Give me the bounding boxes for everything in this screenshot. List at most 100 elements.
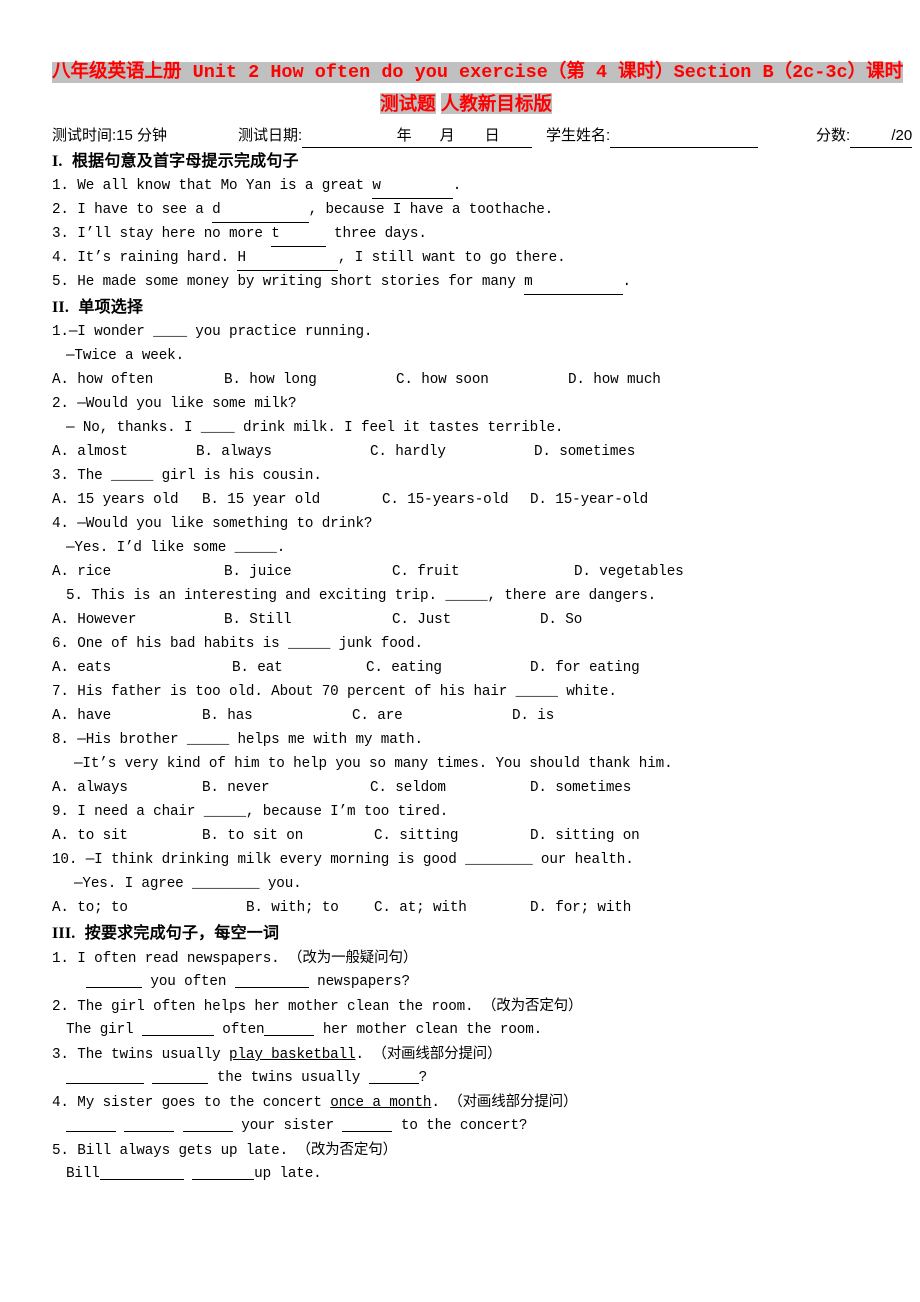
- item-text-pre: It’s raining hard.: [77, 250, 238, 266]
- option-a[interactable]: A. 15 years old: [52, 488, 179, 512]
- option-a[interactable]: A. to sit: [52, 824, 128, 848]
- option-c[interactable]: C. Just: [392, 608, 451, 632]
- section-2-item-10-reply: —Yes. I agree ________ you.: [74, 876, 302, 892]
- answer-text-post: newspapers?: [308, 974, 410, 990]
- option-b[interactable]: B. has: [202, 704, 253, 728]
- item-stem: His father is too old. About 70 percent …: [77, 684, 617, 700]
- blank-field[interactable]: [99, 1164, 184, 1180]
- blank-field[interactable]: [141, 1020, 214, 1036]
- option-a[interactable]: A. almost: [52, 440, 128, 464]
- option-c[interactable]: C. seldom: [370, 776, 446, 800]
- item-sentence: The girl often helps her mother clean th…: [77, 999, 474, 1015]
- score-group: 分数: /20: [816, 124, 913, 148]
- underlined-phrase: play basketball: [229, 1047, 356, 1063]
- blank-field[interactable]: [124, 1116, 175, 1132]
- option-a[interactable]: A. always: [52, 776, 128, 800]
- answer-text-mid: the twins usually: [208, 1070, 369, 1086]
- blank-field[interactable]: [182, 1116, 233, 1132]
- blank-field[interactable]: d: [212, 198, 309, 223]
- option-b[interactable]: B. Still: [224, 608, 292, 632]
- blank-field[interactable]: [234, 972, 309, 988]
- option-d[interactable]: D. sometimes: [530, 776, 631, 800]
- item-instruction: （对画线部分提问）: [448, 1094, 578, 1110]
- option-b[interactable]: B. 15 year old: [202, 488, 320, 512]
- option-b[interactable]: B. to sit on: [202, 824, 303, 848]
- option-c[interactable]: C. hardly: [370, 440, 446, 464]
- item-stem: I need a chair _____, because I’m too ti…: [77, 804, 449, 820]
- blank-field[interactable]: t: [271, 222, 326, 247]
- option-d[interactable]: D. So: [540, 608, 582, 632]
- section-2-item-8-stem: 8. —His brother _____ helps me with my m…: [52, 728, 880, 752]
- option-a[interactable]: A. have: [52, 704, 111, 728]
- option-a[interactable]: A. However: [52, 608, 136, 632]
- student-name-field[interactable]: [610, 125, 759, 148]
- section-3-item-5-prompt: 5. Bill always gets up late. （改为否定句）: [52, 1138, 880, 1162]
- option-c[interactable]: C. how soon: [396, 368, 489, 392]
- option-d[interactable]: D. sometimes: [534, 440, 635, 464]
- option-d[interactable]: D. for eating: [530, 656, 640, 680]
- blank-field[interactable]: [152, 1068, 209, 1084]
- section-2-item-1-reply: —Twice a week.: [66, 348, 185, 364]
- option-d[interactable]: D. sitting on: [530, 824, 640, 848]
- option-a[interactable]: A. rice: [52, 560, 111, 584]
- blank-field[interactable]: H: [237, 246, 338, 271]
- date-month-unit: 月: [439, 127, 455, 144]
- blank-field[interactable]: [342, 1116, 393, 1132]
- item-number: 1.: [52, 324, 69, 340]
- blank-field[interactable]: [66, 1116, 116, 1132]
- option-d[interactable]: D. is: [512, 704, 554, 728]
- blank-field[interactable]: [264, 1020, 315, 1036]
- item-stem: —His brother _____ helps me with my math…: [77, 732, 423, 748]
- option-d[interactable]: D. for; with: [530, 896, 631, 920]
- blank-field[interactable]: [368, 1068, 419, 1084]
- first-letter-hint: H: [237, 250, 246, 266]
- option-b[interactable]: B. juice: [224, 560, 292, 584]
- option-d[interactable]: D. how much: [568, 368, 661, 392]
- section-2-item-4-options: A. rice B. juice C. fruit D. vegetables: [52, 560, 880, 584]
- section-2-item-3-stem: 3. The _____ girl is his cousin.: [52, 464, 880, 488]
- first-letter-hint: t: [271, 226, 280, 242]
- option-b[interactable]: B. eat: [232, 656, 283, 680]
- option-b[interactable]: B. with; to: [246, 896, 339, 920]
- section-2-item-5-stem: 5. This is an interesting and exciting t…: [52, 584, 880, 608]
- option-c[interactable]: C. at; with: [374, 896, 467, 920]
- item-text-post: .: [622, 274, 632, 290]
- first-letter-hint: d: [212, 202, 221, 218]
- option-c[interactable]: C. are: [352, 704, 403, 728]
- option-c[interactable]: C. 15-years-old: [382, 488, 509, 512]
- blank-field[interactable]: w: [372, 174, 453, 199]
- option-a[interactable]: A. how often: [52, 368, 153, 392]
- item-text-post: three days.: [325, 226, 427, 242]
- answer-text-pre: Bill: [66, 1166, 100, 1182]
- section-1-item-1: 1. We all know that Mo Yan is a great w.: [52, 174, 880, 199]
- score-field[interactable]: /20: [850, 125, 913, 148]
- section-3-title: 按要求完成句子，每空一词: [84, 925, 280, 942]
- test-date-field[interactable]: 年月日: [302, 125, 533, 148]
- option-d[interactable]: D. 15-year-old: [530, 488, 648, 512]
- option-c[interactable]: C. fruit: [392, 560, 460, 584]
- answer-text-post: ?: [418, 1070, 428, 1086]
- option-a[interactable]: A. to; to: [52, 896, 128, 920]
- option-d[interactable]: D. vegetables: [574, 560, 684, 584]
- item-number: 5.: [52, 1143, 69, 1159]
- option-c[interactable]: C. eating: [366, 656, 442, 680]
- option-b[interactable]: B. how long: [224, 368, 317, 392]
- blank-field[interactable]: m: [524, 270, 623, 295]
- section-2-item-9-options: A. to sit B. to sit on C. sitting D. sit…: [52, 824, 880, 848]
- title-line-1: 八年级英语上册 Unit 2 How often do you exercise…: [52, 58, 904, 88]
- blank-field[interactable]: [192, 1164, 255, 1180]
- section-2-title: 单项选择: [78, 299, 144, 316]
- section-2-item-8-options: A. always B. never C. seldom D. sometime…: [52, 776, 880, 800]
- item-stem: This is an interesting and exciting trip…: [91, 588, 657, 604]
- option-a[interactable]: A. eats: [52, 656, 111, 680]
- section-2-item-7-options: A. have B. has C. are D. is: [52, 704, 880, 728]
- section-2-item-4-stem: 4. —Would you like something to drink?: [52, 512, 880, 536]
- option-b[interactable]: B. never: [202, 776, 270, 800]
- blank-field[interactable]: [66, 1068, 144, 1084]
- option-c[interactable]: C. sitting: [374, 824, 458, 848]
- section-1-number: I.: [52, 153, 63, 170]
- item-text-post: , because I have a toothache.: [308, 202, 554, 218]
- test-date-label: 测试日期:: [238, 127, 303, 144]
- section-1-title: 根据句意及首字母提示完成句子: [71, 153, 299, 170]
- option-b[interactable]: B. always: [196, 440, 272, 464]
